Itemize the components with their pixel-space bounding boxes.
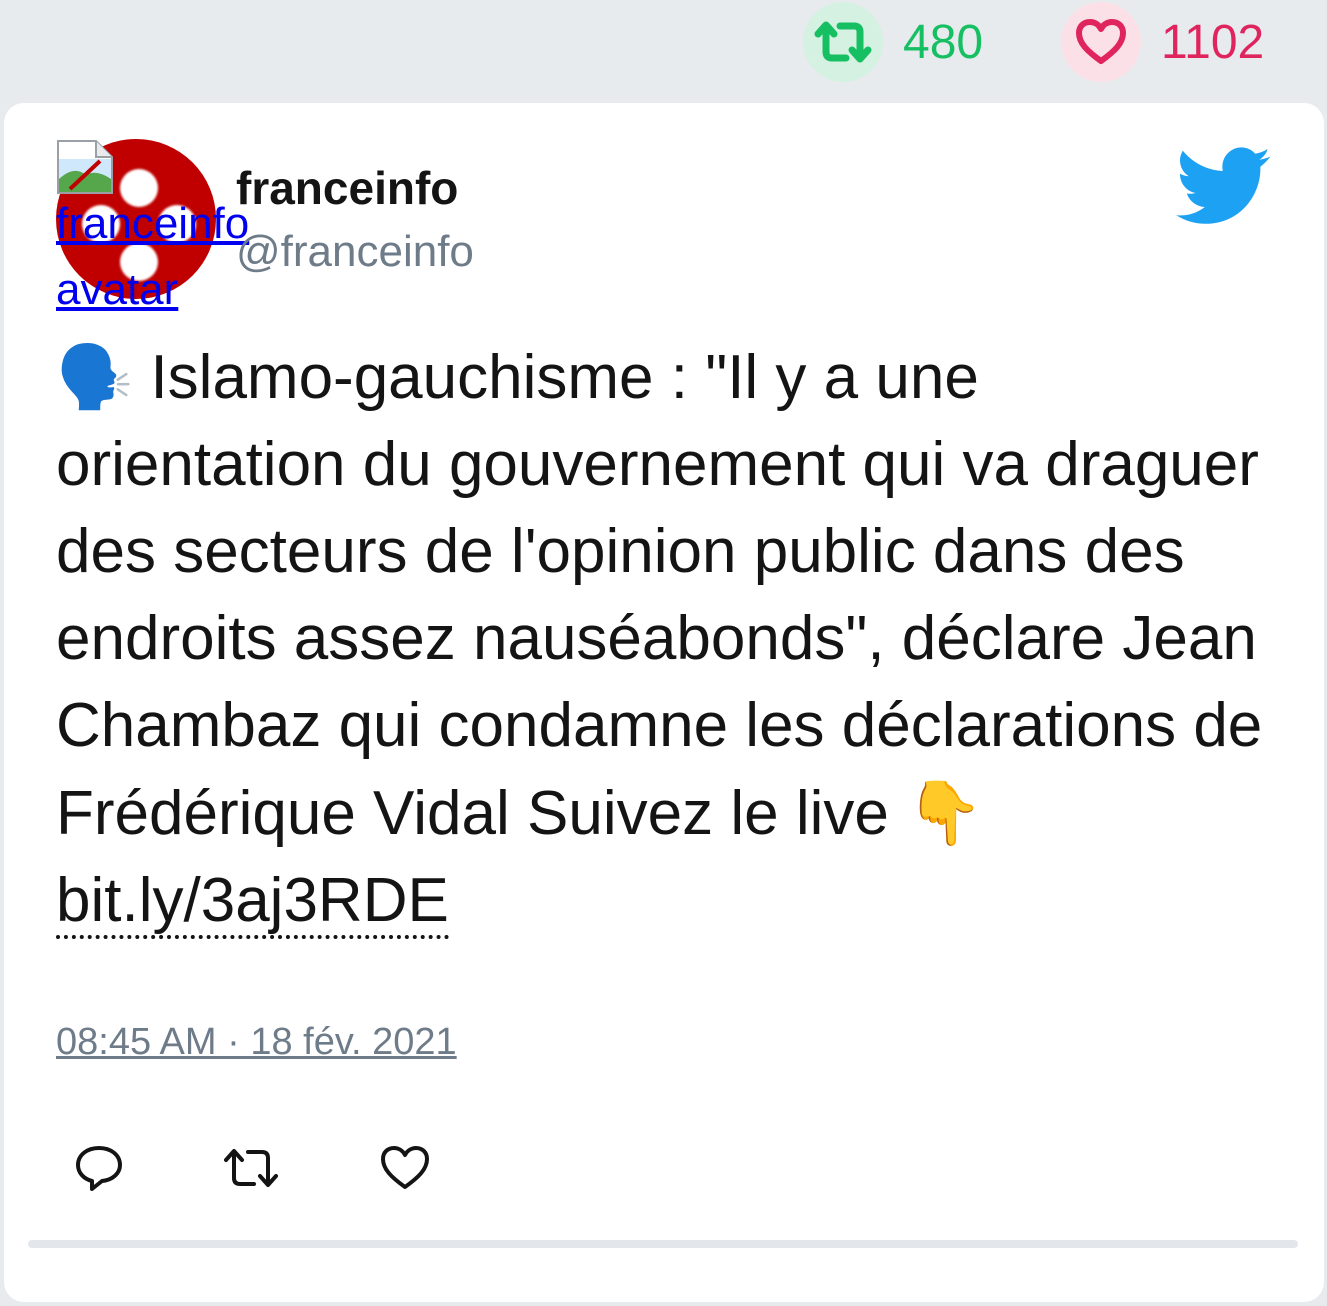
like-count: 1102 [1161,15,1265,69]
like-stat-circle [1061,2,1141,82]
reply-icon [76,1146,122,1191]
heart-icon [1076,19,1126,64]
retweet-stat-circle [803,2,883,82]
speaking-head-emoji: 🗣️ [56,340,134,413]
tweet-timestamp[interactable]: 08:45 AM · 18 fév. 2021 [56,1021,457,1064]
tweet-stats-bar: 480 1102 [0,0,1327,86]
twitter-bird-icon[interactable] [1176,147,1272,227]
heart-icon [381,1146,429,1189]
display-name[interactable]: franceinfo [236,161,458,215]
retweet-button[interactable] [216,1133,286,1203]
retweet-stat[interactable]: 480 [803,2,983,82]
reply-button[interactable] [64,1133,134,1203]
user-handle[interactable]: @franceinfo [236,227,474,277]
tweet-card: franceinfo avatar franceinfo @franceinfo… [4,103,1324,1302]
pointing-down-emoji: 👇 [906,776,984,849]
tweet-link[interactable]: bit.ly/3aj3RDE [56,866,449,939]
retweet-icon [814,21,872,63]
card-divider [28,1240,1298,1248]
tweet-body: Islamo-gauchisme : "Il y a une orientati… [56,343,1263,848]
avatar-link[interactable]: franceinfo avatar [56,139,249,314]
like-button[interactable] [370,1133,440,1203]
tweet-text: 🗣️ Islamo-gauchisme : "Il y a une orient… [56,333,1276,944]
like-stat[interactable]: 1102 [1061,2,1264,82]
retweet-icon [224,1149,278,1187]
retweet-count: 480 [903,15,984,69]
broken-image-icon [57,140,113,194]
